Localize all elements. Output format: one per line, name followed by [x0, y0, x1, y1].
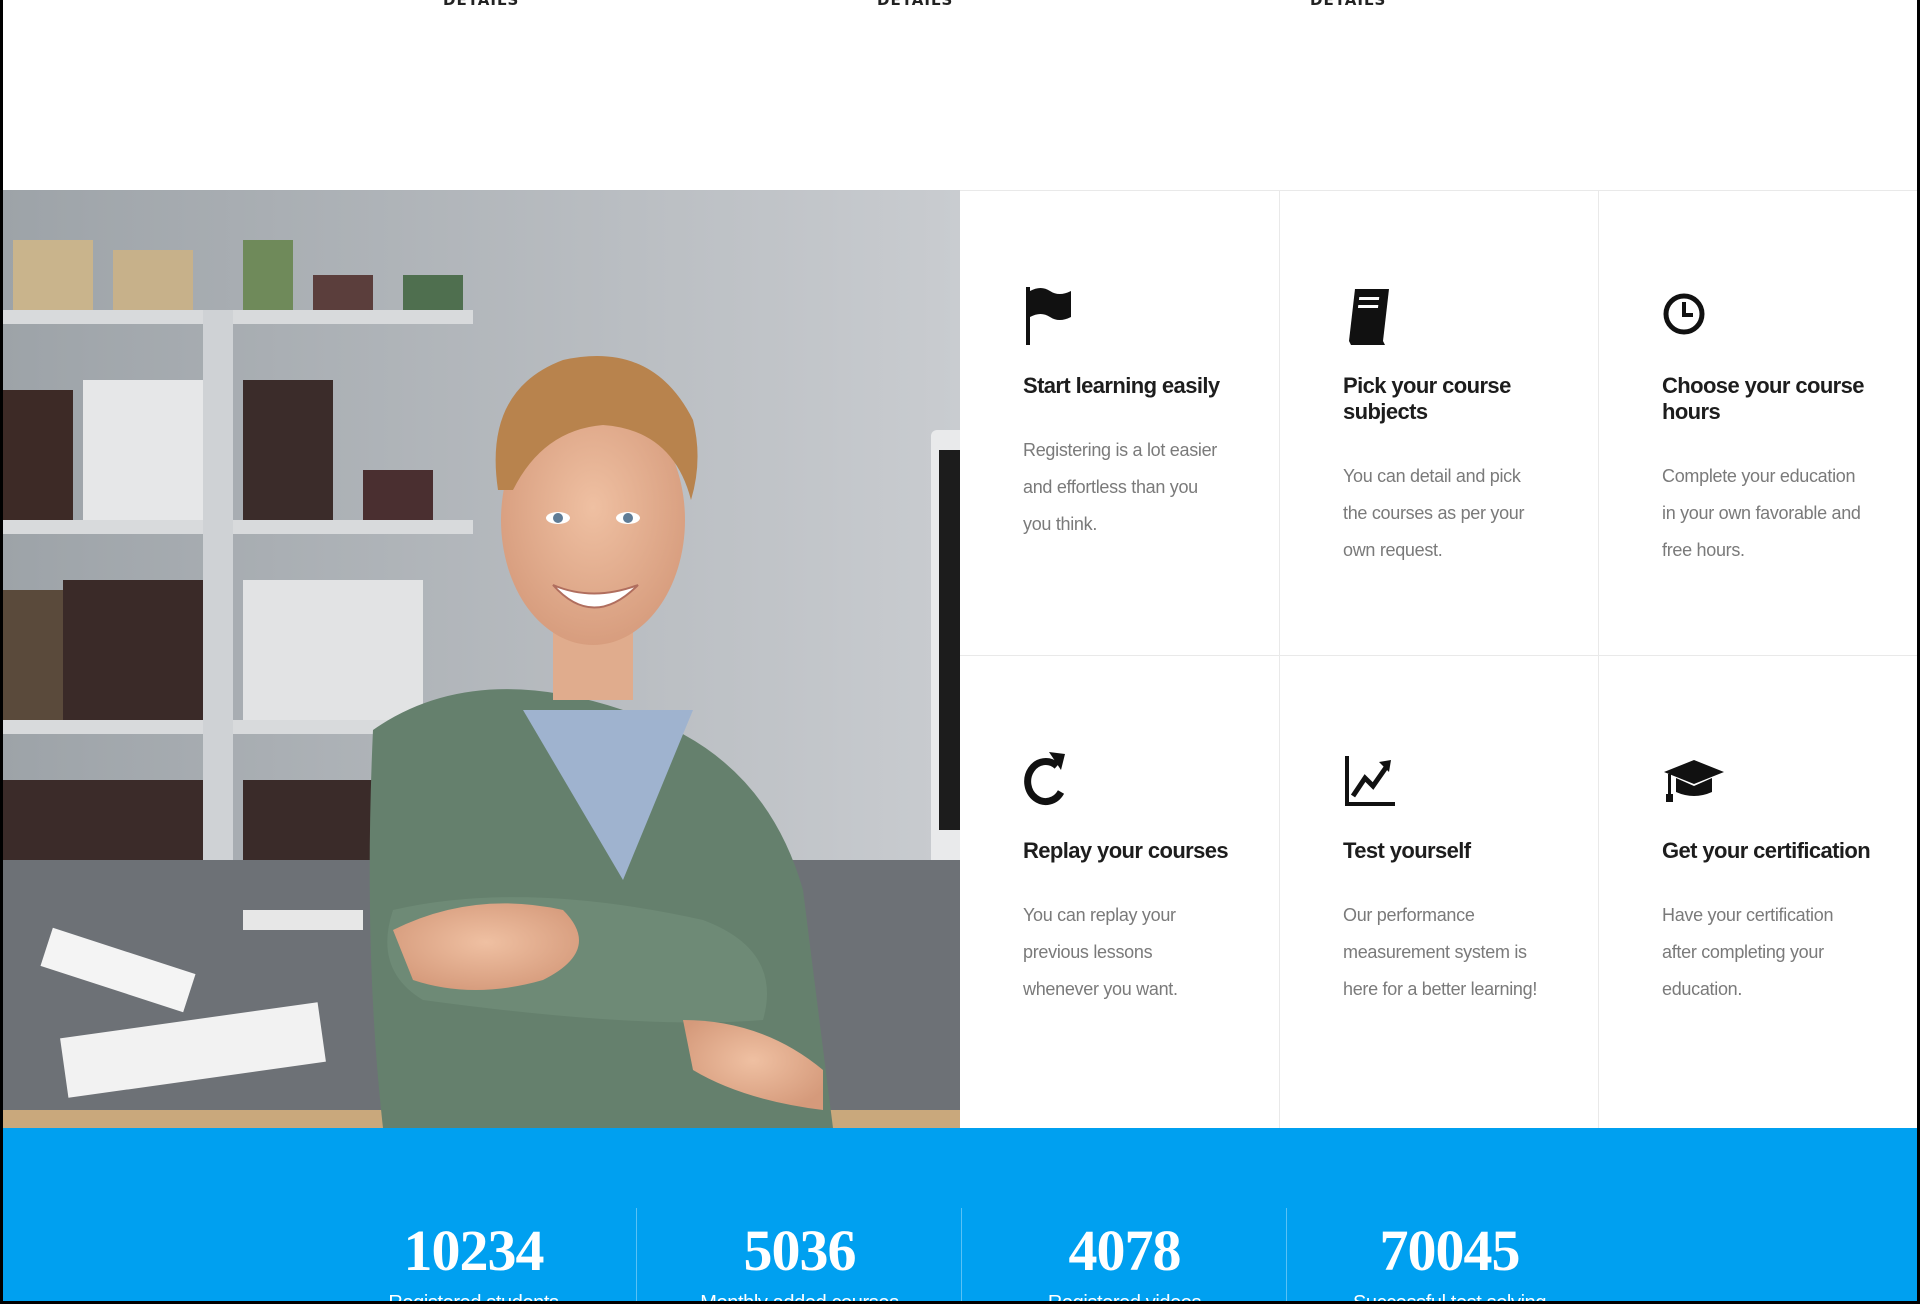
stats-band: 10234 Registered students 5036 Monthly a…	[3, 1128, 1917, 1301]
feature-card: Test yourself Our performance measuremen…	[1279, 655, 1598, 1128]
feature-card: Start learning easily Registering is a l…	[960, 190, 1279, 655]
student-photo	[3, 190, 960, 1128]
feature-text: You can detail and pick the courses as p…	[1343, 466, 1525, 560]
course-cards-strip: DETAILS DETAILS DETAILS	[3, 0, 1917, 190]
feature-text: Registering is a lot easier and effortle…	[1023, 440, 1217, 534]
stat-registered-videos: 4078 Registered videos	[961, 1208, 1287, 1301]
feature-title: Get your certification	[1662, 838, 1871, 863]
graduation-cap-icon	[1664, 760, 1724, 802]
feature-text: Have your certification after completing…	[1662, 905, 1834, 999]
stat-label: Registered students	[311, 1292, 636, 1301]
features-section: Start learning easily Registering is a l…	[3, 190, 1917, 1128]
feature-text: You can replay your previous lessons whe…	[1023, 905, 1178, 999]
feature-title: Test yourself	[1343, 838, 1471, 863]
flag-icon	[1026, 287, 1071, 345]
feature-text: Complete your education in your own favo…	[1662, 466, 1861, 560]
replay-icon	[1024, 752, 1065, 805]
details-link[interactable]: DETAILS	[877, 0, 953, 9]
stat-value: 70045	[1379, 1218, 1521, 1283]
feature-text: Our performance measurement system is he…	[1343, 905, 1538, 999]
feature-title: Choose your course hours	[1662, 373, 1865, 424]
stat-monthly-courses: 5036 Monthly added courses	[636, 1208, 962, 1301]
stat-value: 5036	[743, 1218, 857, 1283]
stat-value: 4078	[1068, 1218, 1182, 1283]
feature-title: Pick your course subjects	[1343, 373, 1511, 424]
feature-title: Replay your courses	[1023, 838, 1229, 863]
feature-card: Choose your course hours Complete your e…	[1598, 190, 1917, 655]
feature-card: Get your certification Have your certifi…	[1598, 655, 1917, 1128]
stat-registered-students: 10234 Registered students	[311, 1208, 636, 1302]
line-chart-icon	[1345, 756, 1395, 806]
details-link[interactable]: DETAILS	[443, 0, 519, 9]
stat-label: Successful test solving	[1287, 1292, 1612, 1301]
features-grid: Start learning easily Registering is a l…	[960, 190, 1917, 1128]
page: DETAILS DETAILS DETAILS Start learning e…	[3, 0, 1917, 1301]
stat-label: Registered videos	[962, 1292, 1287, 1301]
clock-icon	[1663, 293, 1705, 335]
details-link[interactable]: DETAILS	[1310, 0, 1386, 9]
stat-test-solving: 70045 Successful test solving	[1286, 1208, 1612, 1301]
feature-card: Pick your course subjects You can detail…	[1279, 190, 1598, 655]
feature-card: Replay your courses You can replay your …	[960, 655, 1279, 1128]
book-icon	[1349, 289, 1389, 345]
stat-value: 10234	[403, 1218, 545, 1283]
feature-title: Start learning easily	[1023, 373, 1220, 398]
stat-label: Monthly added courses	[637, 1292, 962, 1301]
